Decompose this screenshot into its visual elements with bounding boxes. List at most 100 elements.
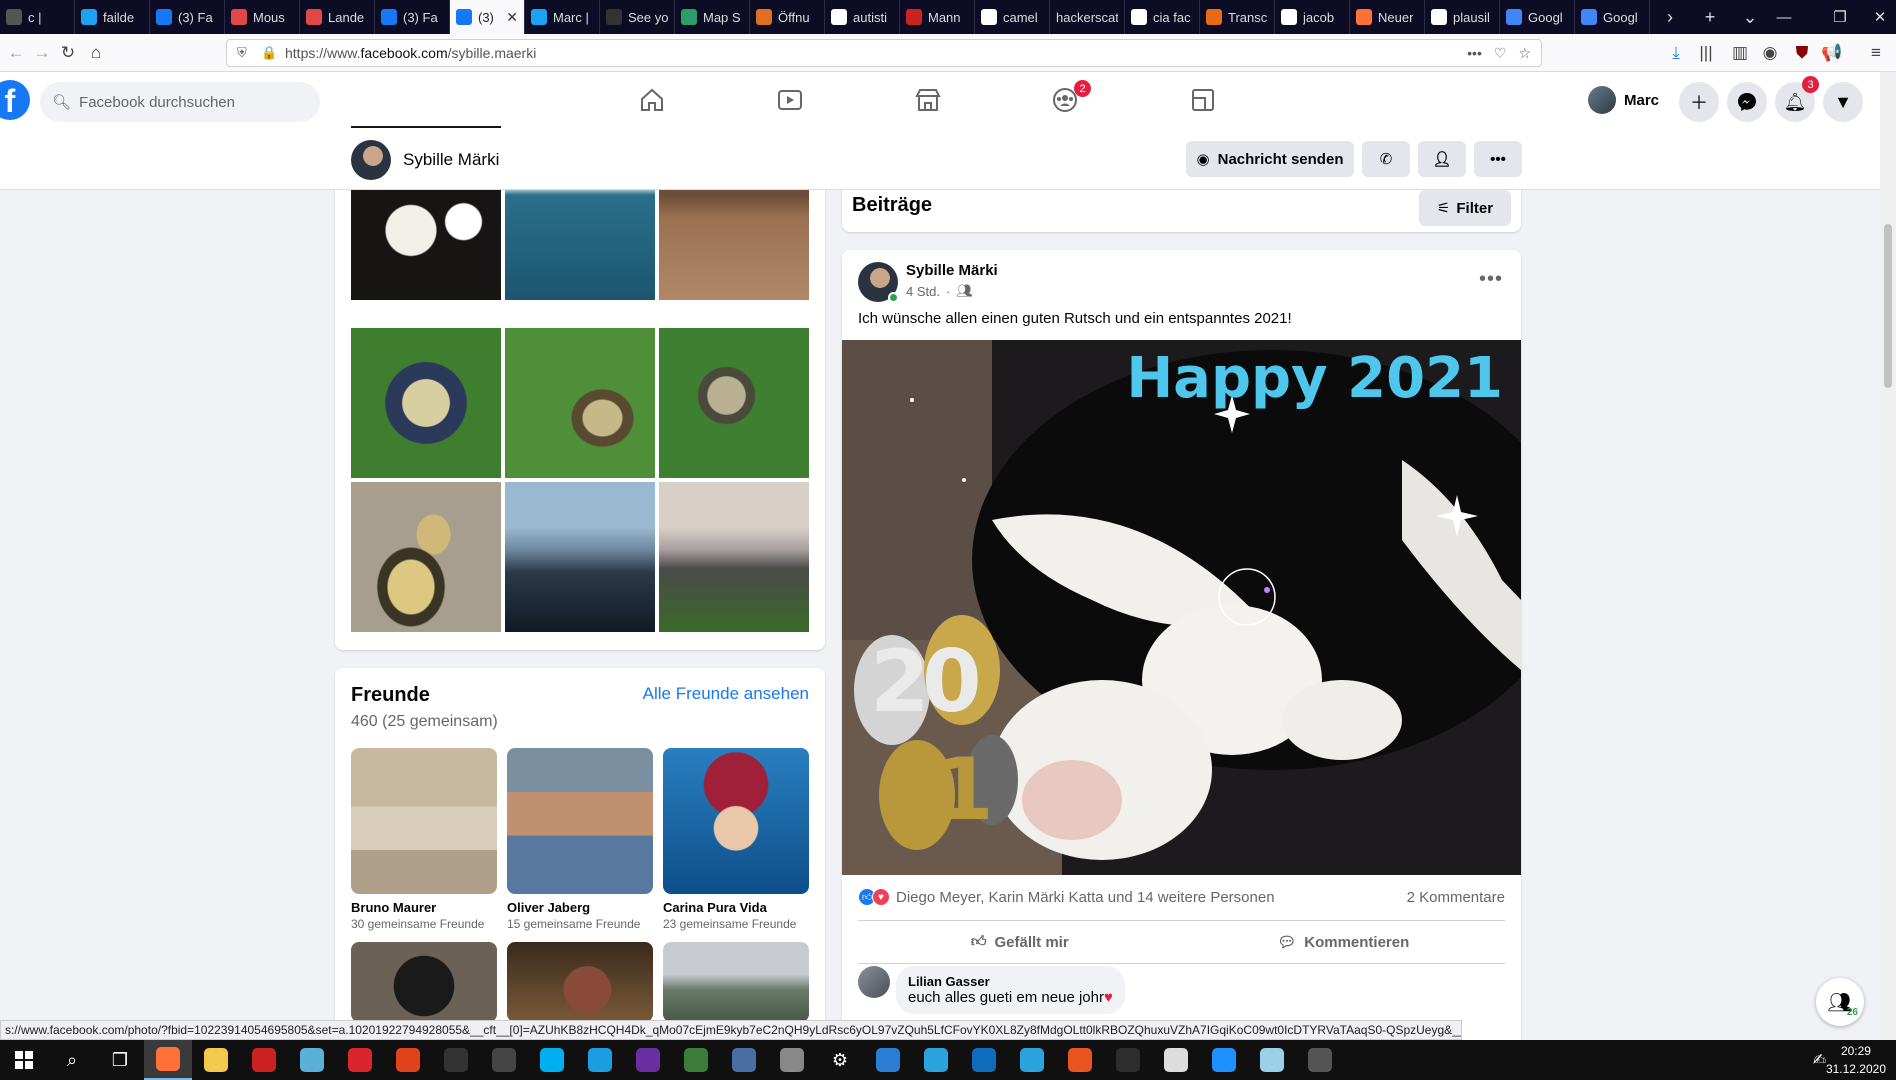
ublock-icon[interactable]: ⛊ xyxy=(1790,41,1814,65)
search-icon[interactable]: ⌕ xyxy=(48,1040,96,1080)
search-input[interactable]: 🔍︎ Facebook durchsuchen xyxy=(40,82,320,122)
notifications-button[interactable]: 🔔︎ 3 xyxy=(1775,76,1819,122)
friend-status-button[interactable]: 👤︎ xyxy=(1418,141,1466,177)
filter-button[interactable]: ⚟ Filter xyxy=(1419,190,1511,226)
photo-thumbnail[interactable] xyxy=(659,328,809,478)
sidebar-icon[interactable]: ▥ xyxy=(1728,41,1752,65)
reactors-text[interactable]: Diego Meyer, Karin Märki Katta und 14 we… xyxy=(896,889,1275,906)
start-button[interactable] xyxy=(0,1040,48,1080)
page-actions-icon[interactable]: ••• xyxy=(1467,45,1482,62)
browser-tab[interactable]: Marc | xyxy=(525,0,600,34)
tool-app-icon[interactable] xyxy=(720,1040,768,1080)
telegram-badge-icon[interactable] xyxy=(1008,1040,1056,1080)
page-scrollbar[interactable] xyxy=(1880,72,1896,1040)
browser-tab[interactable]: Googl xyxy=(1500,0,1575,34)
library-icon[interactable]: ||| xyxy=(1694,41,1718,65)
cloud-app-icon[interactable] xyxy=(864,1040,912,1080)
comment-count[interactable]: 2 Kommentare xyxy=(1407,889,1505,906)
friend-photo[interactable] xyxy=(663,942,809,1022)
skype-icon[interactable] xyxy=(528,1040,576,1080)
friend-photo[interactable] xyxy=(351,942,497,1022)
friend-item[interactable]: Oliver Jaberg 15 gemeinsame Freunde xyxy=(507,748,653,931)
ubuntu-icon[interactable] xyxy=(1056,1040,1104,1080)
browser-tab[interactable]: Googl xyxy=(1575,0,1650,34)
weather-app-icon[interactable] xyxy=(240,1040,288,1080)
up-arrow-app-icon[interactable] xyxy=(1296,1040,1344,1080)
see-all-friends-link[interactable]: Alle Freunde ansehen xyxy=(643,684,809,704)
photo-thumbnail[interactable] xyxy=(505,328,655,478)
create-button[interactable]: ＋ xyxy=(1679,82,1719,122)
profile-avatar[interactable] xyxy=(351,140,391,180)
megaphone-icon[interactable]: 📢 xyxy=(1820,41,1844,65)
browser-tab[interactable]: See yo xyxy=(600,0,675,34)
browser-tab[interactable]: c | xyxy=(0,0,75,34)
menu-icon[interactable]: ≡ xyxy=(1864,41,1888,65)
nav-gaming[interactable] xyxy=(1148,72,1258,128)
notepad-icon[interactable] xyxy=(1152,1040,1200,1080)
send-message-button[interactable]: ◉ Nachricht senden xyxy=(1186,141,1354,177)
reload-button[interactable]: ↻ xyxy=(56,41,80,65)
system-clock[interactable]: 20:29 31.12.2020 xyxy=(1826,1042,1886,1078)
home-button[interactable]: ⌂ xyxy=(84,41,108,65)
plant-app-icon[interactable] xyxy=(672,1040,720,1080)
friend-photo[interactable] xyxy=(507,942,653,1022)
close-window-icon[interactable]: ✕ xyxy=(1852,0,1896,34)
nav-groups[interactable]: 2 xyxy=(1010,72,1120,128)
photos-icon[interactable] xyxy=(1200,1040,1248,1080)
friend-item[interactable] xyxy=(663,942,809,1022)
browser-tab[interactable]: Öffnu xyxy=(750,0,825,34)
outlook-icon[interactable] xyxy=(960,1040,1008,1080)
tab-scroll-icon[interactable]: › xyxy=(1650,0,1690,34)
call-button[interactable]: ✆ xyxy=(1362,141,1410,177)
browser-tab[interactable]: Mann xyxy=(900,0,975,34)
pen-tray-icon[interactable]: ✍ xyxy=(1813,1050,1826,1070)
window-app-icon[interactable] xyxy=(768,1040,816,1080)
post-options-button[interactable]: ••• xyxy=(1479,268,1503,291)
terminal-icon[interactable] xyxy=(1104,1040,1152,1080)
browser-tab[interactable]: (3) Fa xyxy=(150,0,225,34)
friend-item[interactable]: Bruno Maurer 30 gemeinsame Freunde xyxy=(351,748,497,931)
post-author-name[interactable]: Sybille Märki xyxy=(906,262,998,279)
telegram-icon[interactable] xyxy=(912,1040,960,1080)
gem-app-icon[interactable] xyxy=(1248,1040,1296,1080)
commenter-avatar[interactable] xyxy=(858,966,890,998)
friend-item[interactable] xyxy=(507,942,653,1022)
friend-photo[interactable] xyxy=(351,748,497,894)
red-c-app-icon[interactable] xyxy=(336,1040,384,1080)
new-tab-icon[interactable]: + xyxy=(1690,0,1730,34)
chat-app-icon[interactable] xyxy=(288,1040,336,1080)
settings-icon[interactable]: ⚙ xyxy=(816,1040,864,1080)
profile-name[interactable]: Sybille Märki xyxy=(403,150,499,170)
like-button[interactable]: 👍︎ Gefällt mir xyxy=(858,921,1182,963)
comment-button[interactable]: 💬︎ Kommentieren xyxy=(1182,921,1506,963)
friend-item[interactable]: Carina Pura Vida 23 gemeinsame Freunde xyxy=(663,748,809,931)
browser-tab[interactable]: (3) ✕ xyxy=(450,0,525,34)
pocket-icon[interactable]: ♡ xyxy=(1494,45,1507,62)
photo-thumbnail[interactable] xyxy=(505,482,655,632)
wave-app-icon[interactable] xyxy=(480,1040,528,1080)
purple-app-icon[interactable] xyxy=(624,1040,672,1080)
photo-thumbnail[interactable] xyxy=(659,482,809,632)
new-chat-button[interactable]: 👥︎ 26 xyxy=(1816,978,1864,1026)
photo-thumbnail[interactable] xyxy=(351,482,501,632)
browser-tab[interactable]: hackerscat xyxy=(1050,0,1125,34)
live-app-icon[interactable] xyxy=(432,1040,480,1080)
close-tab-icon[interactable]: ✕ xyxy=(506,9,518,26)
downloads-icon[interactable]: ⤓ xyxy=(1664,41,1688,65)
nav-marketplace[interactable] xyxy=(873,72,983,128)
browser-tab[interactable]: autisti xyxy=(825,0,900,34)
account-icon[interactable]: ◉ xyxy=(1758,41,1782,65)
browser-tab[interactable]: Map S xyxy=(675,0,750,34)
nav-watch[interactable] xyxy=(735,72,845,128)
scrollbar-thumb[interactable] xyxy=(1884,224,1892,388)
browser-tab[interactable]: camel xyxy=(975,0,1050,34)
friend-item[interactable] xyxy=(351,942,497,1022)
bookmark-star-icon[interactable]: ☆ xyxy=(1518,45,1531,62)
post-image[interactable]: Happy 2021 20 21 xyxy=(842,340,1521,875)
facebook-logo-icon[interactable]: f xyxy=(0,80,30,120)
browser-tab[interactable]: plausil xyxy=(1425,0,1500,34)
friend-photo[interactable] xyxy=(507,748,653,894)
browser-tab[interactable]: cia fac xyxy=(1125,0,1200,34)
address-bar[interactable]: ⛨ 🔒 https://www.facebook.com/sybille.mae… xyxy=(226,39,1542,67)
friend-name[interactable]: Bruno Maurer xyxy=(351,900,497,915)
